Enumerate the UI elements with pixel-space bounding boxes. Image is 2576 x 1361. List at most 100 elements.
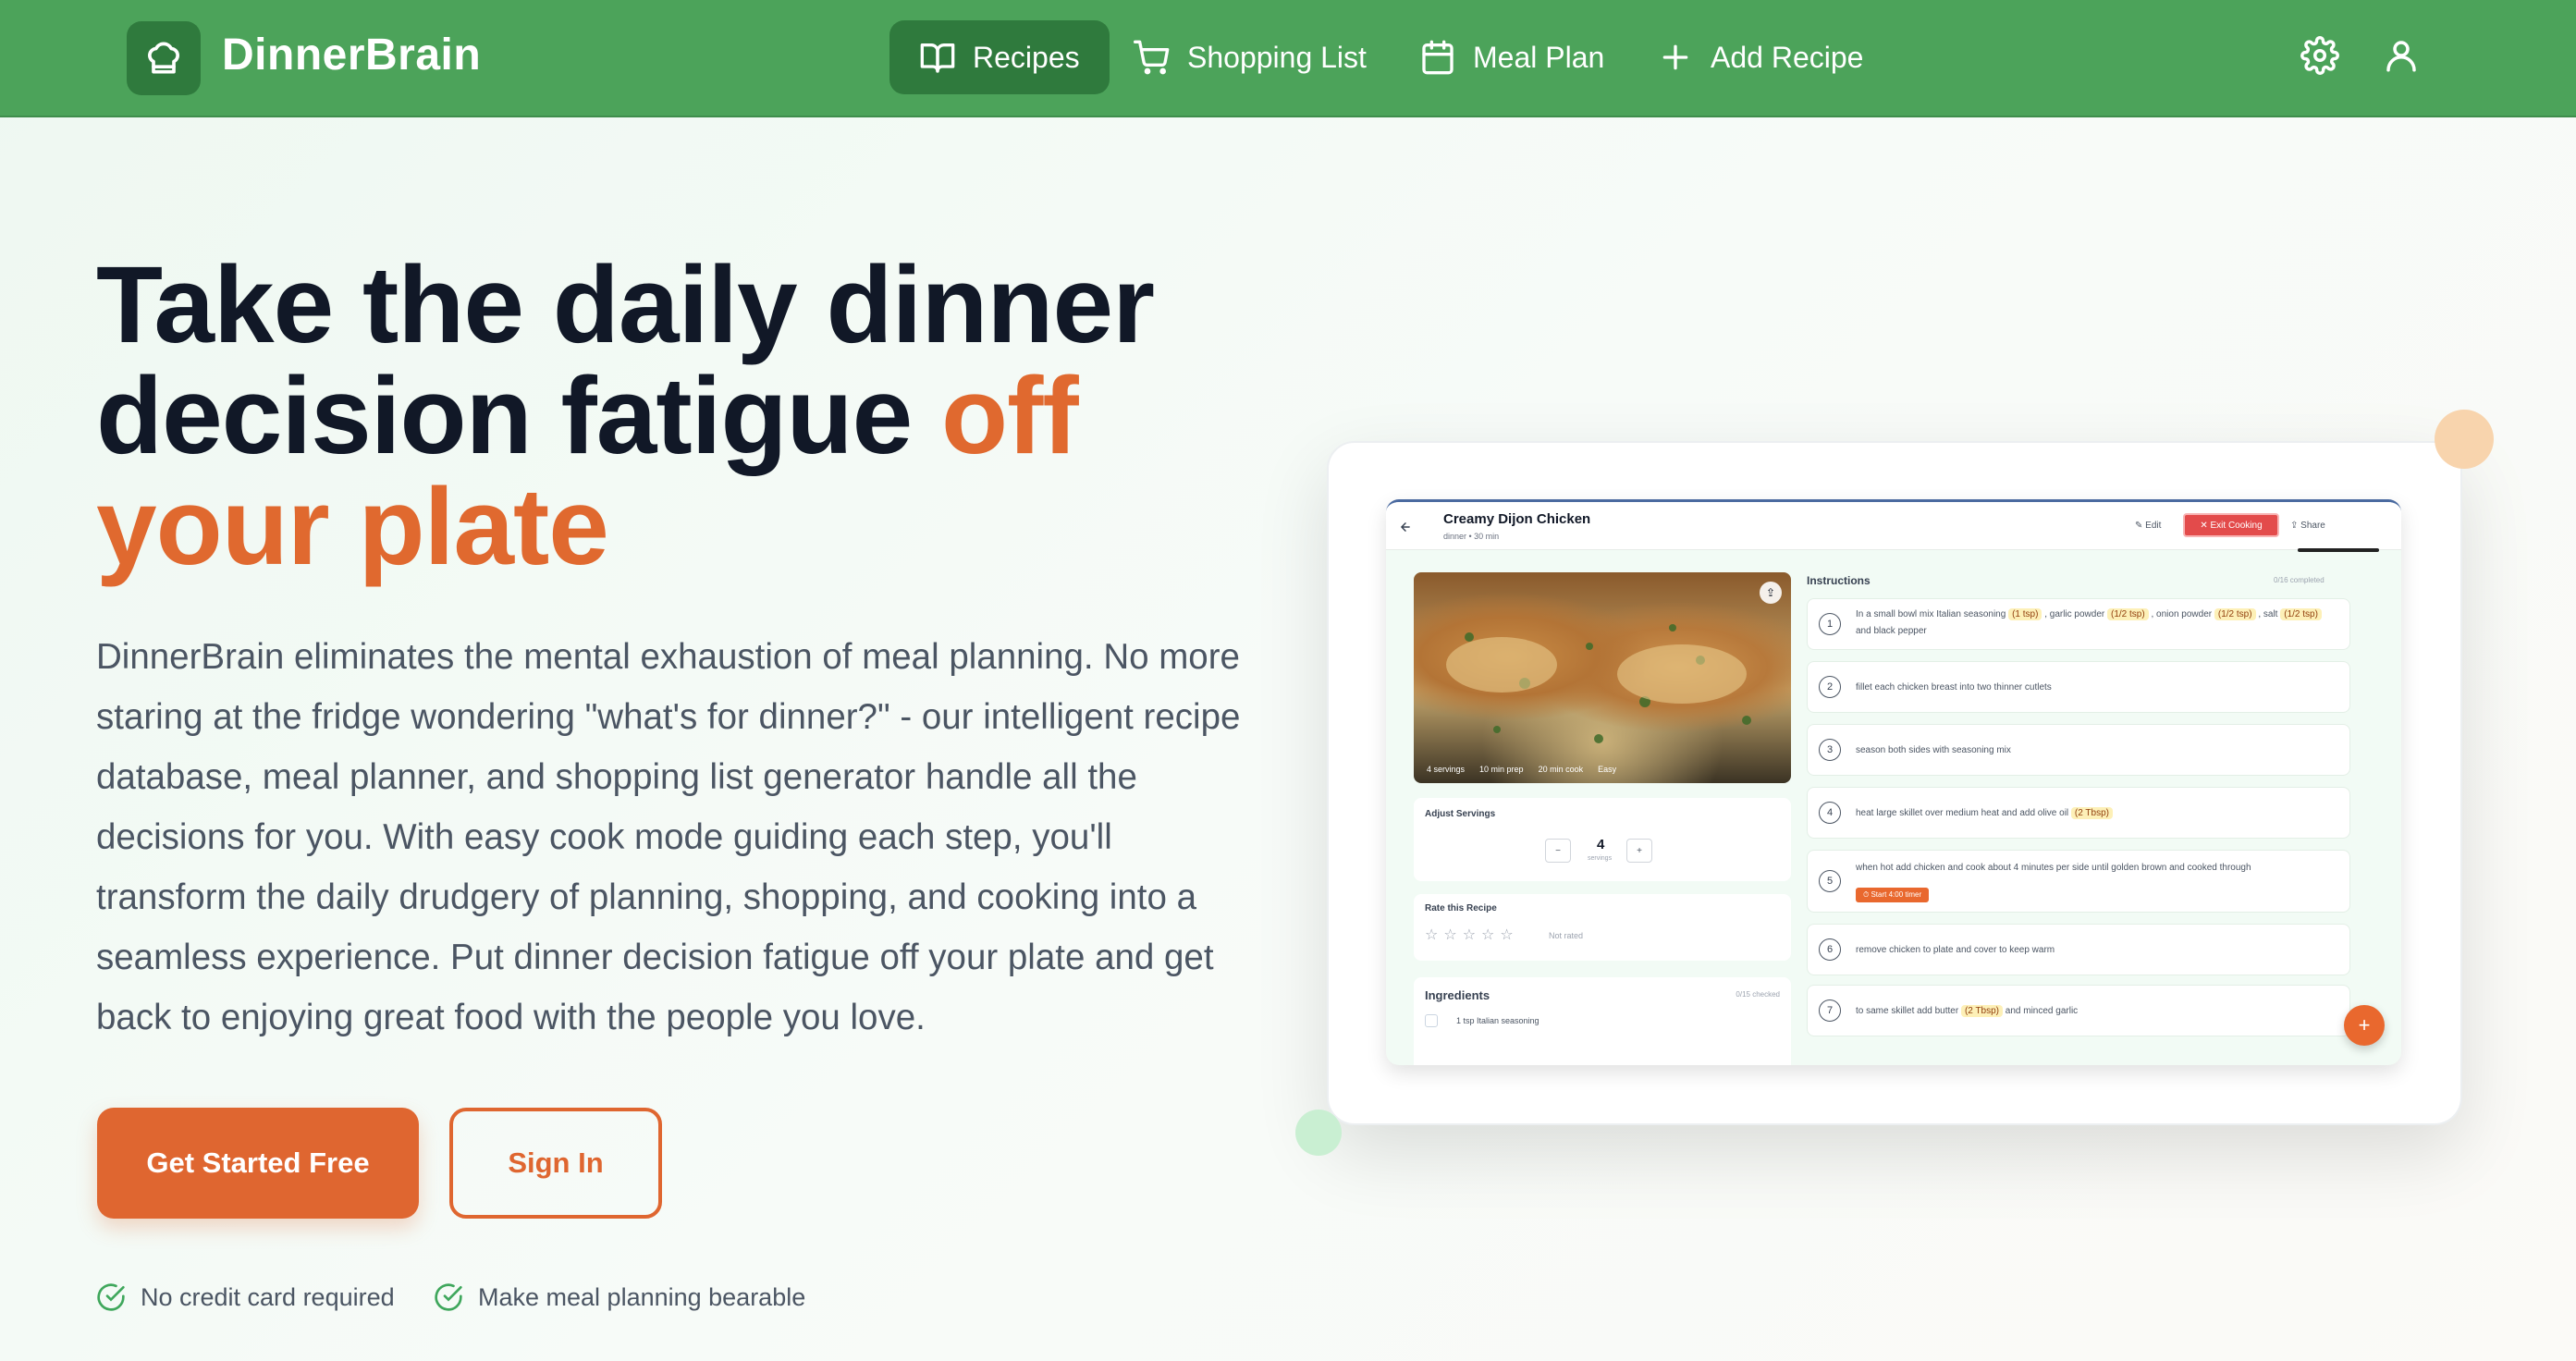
shopping-cart-icon xyxy=(1134,40,1170,75)
step-text: heat large skillet over medium heat and … xyxy=(1856,805,2337,822)
decorative-orange-dot xyxy=(2435,410,2494,469)
preview-recipe-header: Creamy Dijon Chicken dinner • 30 min ✎ E… xyxy=(1386,502,2401,552)
step-amount: (1 tsp) xyxy=(2008,608,2042,620)
adjust-servings-panel: Adjust Servings − 4 servings + xyxy=(1414,798,1791,881)
instruction-step: 3 season both sides with seasoning mix xyxy=(1807,724,2350,776)
preview-recipe-title: Creamy Dijon Chicken xyxy=(1443,511,1591,527)
step-number: 1 xyxy=(1819,613,1841,635)
chef-hat-logo-icon[interactable] xyxy=(127,21,201,95)
settings-gear-icon[interactable] xyxy=(2300,36,2339,75)
nav-meal-plan-label: Meal Plan xyxy=(1473,40,1605,74)
back-arrow-icon xyxy=(1400,522,1410,532)
floating-add-button: + xyxy=(2344,1005,2385,1046)
step-number: 6 xyxy=(1819,938,1841,961)
rate-status: Not rated xyxy=(1549,931,1584,940)
ingredients-panel: Ingredients 0/15 checked 1 tsp Italian s… xyxy=(1414,977,1791,1065)
instruction-step: 1 In a small bowl mix Italian seasoning … xyxy=(1807,598,2350,650)
preview-share-button: ⇪ Share xyxy=(2290,521,2325,531)
preview-exit-label: Exit Cooking xyxy=(2210,520,2263,531)
step-amount: (1/2 tsp) xyxy=(2107,608,2149,620)
instruction-step: 5 when hot add chicken and cook about 4 … xyxy=(1807,850,2350,913)
step-text-part: , onion powder xyxy=(2148,609,2214,619)
instruction-step: 4 heat large skillet over medium heat an… xyxy=(1807,787,2350,839)
headline-line-2: decision fatigue xyxy=(96,355,942,477)
step-text-part: to same skillet add butter xyxy=(1856,1006,1961,1016)
step-text: to same skillet add butter (2 Tbsp) and … xyxy=(1856,1003,2337,1020)
meta-servings: 4 servings xyxy=(1427,765,1466,774)
check-circle-icon xyxy=(435,1283,462,1311)
meta-difficulty: Easy xyxy=(1598,765,1617,774)
preview-food-image: ⇪ 4 servings 10 min prep 20 min cook Eas… xyxy=(1414,572,1791,783)
step-text: season both sides with seasoning mix xyxy=(1856,745,2011,755)
step-text-part: , salt xyxy=(2255,609,2281,619)
step-text-part: and minced garlic xyxy=(2003,1006,2079,1016)
sign-in-button[interactable]: Sign In xyxy=(449,1108,662,1219)
servings-value: 4 xyxy=(1597,837,1605,852)
step-amount: (1/2 tsp) xyxy=(2214,608,2256,620)
step-number: 2 xyxy=(1819,676,1841,698)
preview-tooltip-edge xyxy=(2298,548,2379,552)
servings-decrement-button: − xyxy=(1545,839,1571,863)
book-open-icon xyxy=(920,43,955,73)
ingredient-first: 1 tsp Italian seasoning xyxy=(1456,1016,1539,1025)
nav-shopping-list-label: Shopping List xyxy=(1187,40,1367,74)
preview-recipe-meta: dinner • 30 min xyxy=(1443,532,1500,541)
step-number: 4 xyxy=(1819,802,1841,824)
preview-share-label: Share xyxy=(2300,521,2325,531)
nav-meal-plan[interactable]: Meal Plan xyxy=(1419,20,1604,94)
ingredients-count: 0/15 checked xyxy=(1736,990,1780,999)
perk-label: No credit card required xyxy=(141,1282,395,1311)
rate-recipe-panel: Rate this Recipe ☆☆☆☆☆ Not rated xyxy=(1414,894,1791,961)
instructions-title: Instructions xyxy=(1807,574,1871,587)
image-meta-row: 4 servings 10 min prep 20 min cook Easy xyxy=(1427,765,1616,774)
step-number: 3 xyxy=(1819,739,1841,761)
servings-increment-button: + xyxy=(1626,839,1652,863)
meta-prep: 10 min prep xyxy=(1479,765,1524,774)
headline-highlight-2: your plate xyxy=(96,466,609,588)
hero-headline: Take the daily dinner decision fatigue o… xyxy=(96,250,1298,582)
adjust-servings-title: Adjust Servings xyxy=(1425,809,1496,819)
perk-label: Make meal planning bearable xyxy=(478,1282,806,1311)
step-amount: (1/2 tsp) xyxy=(2280,608,2322,620)
start-timer-button: ⏱ Start 4:00 timer xyxy=(1856,888,1930,902)
brand-name[interactable]: DinnerBrain xyxy=(222,30,481,80)
nav-recipes-label: Recipes xyxy=(973,40,1080,74)
ingredients-title: Ingredients xyxy=(1425,988,1490,1002)
ingredient-checkbox xyxy=(1425,1014,1438,1027)
step-amount: (2 Tbsp) xyxy=(1960,1005,2004,1017)
rating-stars: ☆☆☆☆☆ xyxy=(1425,927,1519,943)
instructions-count: 0/16 completed xyxy=(2274,576,2325,584)
get-started-button[interactable]: Get Started Free xyxy=(97,1108,419,1219)
check-circle-icon xyxy=(97,1283,125,1311)
step-text: remove chicken to plate and cover to kee… xyxy=(1856,945,2055,955)
step-amount: (2 Tbsp) xyxy=(2070,807,2113,819)
step-text-part: , garlic powder xyxy=(2042,609,2108,619)
preview-exit-cooking-button: ✕ Exit Cooking xyxy=(2183,513,2279,537)
image-share-icon: ⇪ xyxy=(1760,582,1782,604)
headline-highlight-1: off xyxy=(941,355,1079,477)
user-profile-icon[interactable] xyxy=(2382,36,2421,75)
headline-line-1: Take the daily dinner xyxy=(96,244,1155,366)
hero-description: DinnerBrain eliminates the mental exhaus… xyxy=(96,637,1241,1037)
preview-edit-button: ✎ Edit xyxy=(2135,521,2162,531)
instruction-step: 2 fillet each chicken breast into two th… xyxy=(1807,661,2350,713)
nav-recipes[interactable]: Recipes xyxy=(889,20,1110,94)
plus-icon xyxy=(1662,44,1688,70)
calendar-icon xyxy=(1422,40,1454,75)
step-text-part: and black pepper xyxy=(1856,626,1927,636)
app-preview-screenshot: Creamy Dijon Chicken dinner • 30 min ✎ E… xyxy=(1386,499,2401,1065)
nav-add-recipe-label: Add Recipe xyxy=(1711,40,1864,74)
herb-garnish-overlay xyxy=(1446,624,1751,743)
rate-title: Rate this Recipe xyxy=(1425,903,1497,913)
top-navbar: DinnerBrain Recipes Shopping List Meal P… xyxy=(0,0,2576,117)
instruction-step: 6 remove chicken to plate and cover to k… xyxy=(1807,924,2350,975)
step-text: when hot add chicken and cook about 4 mi… xyxy=(1856,863,2251,873)
nav-shopping-list[interactable]: Shopping List xyxy=(1134,20,1367,94)
perk-meal-planning: Make meal planning bearable xyxy=(434,1281,805,1313)
instruction-step: 7 to same skillet add butter (2 Tbsp) an… xyxy=(1807,985,2350,1036)
step-number: 5 xyxy=(1819,870,1841,892)
nav-add-recipe[interactable]: Add Recipe xyxy=(1657,20,1863,94)
preview-edit-label: Edit xyxy=(2145,521,2162,531)
step-text: In a small bowl mix Italian seasoning (1… xyxy=(1856,607,2337,640)
perk-no-credit-card: No credit card required xyxy=(96,1281,395,1313)
